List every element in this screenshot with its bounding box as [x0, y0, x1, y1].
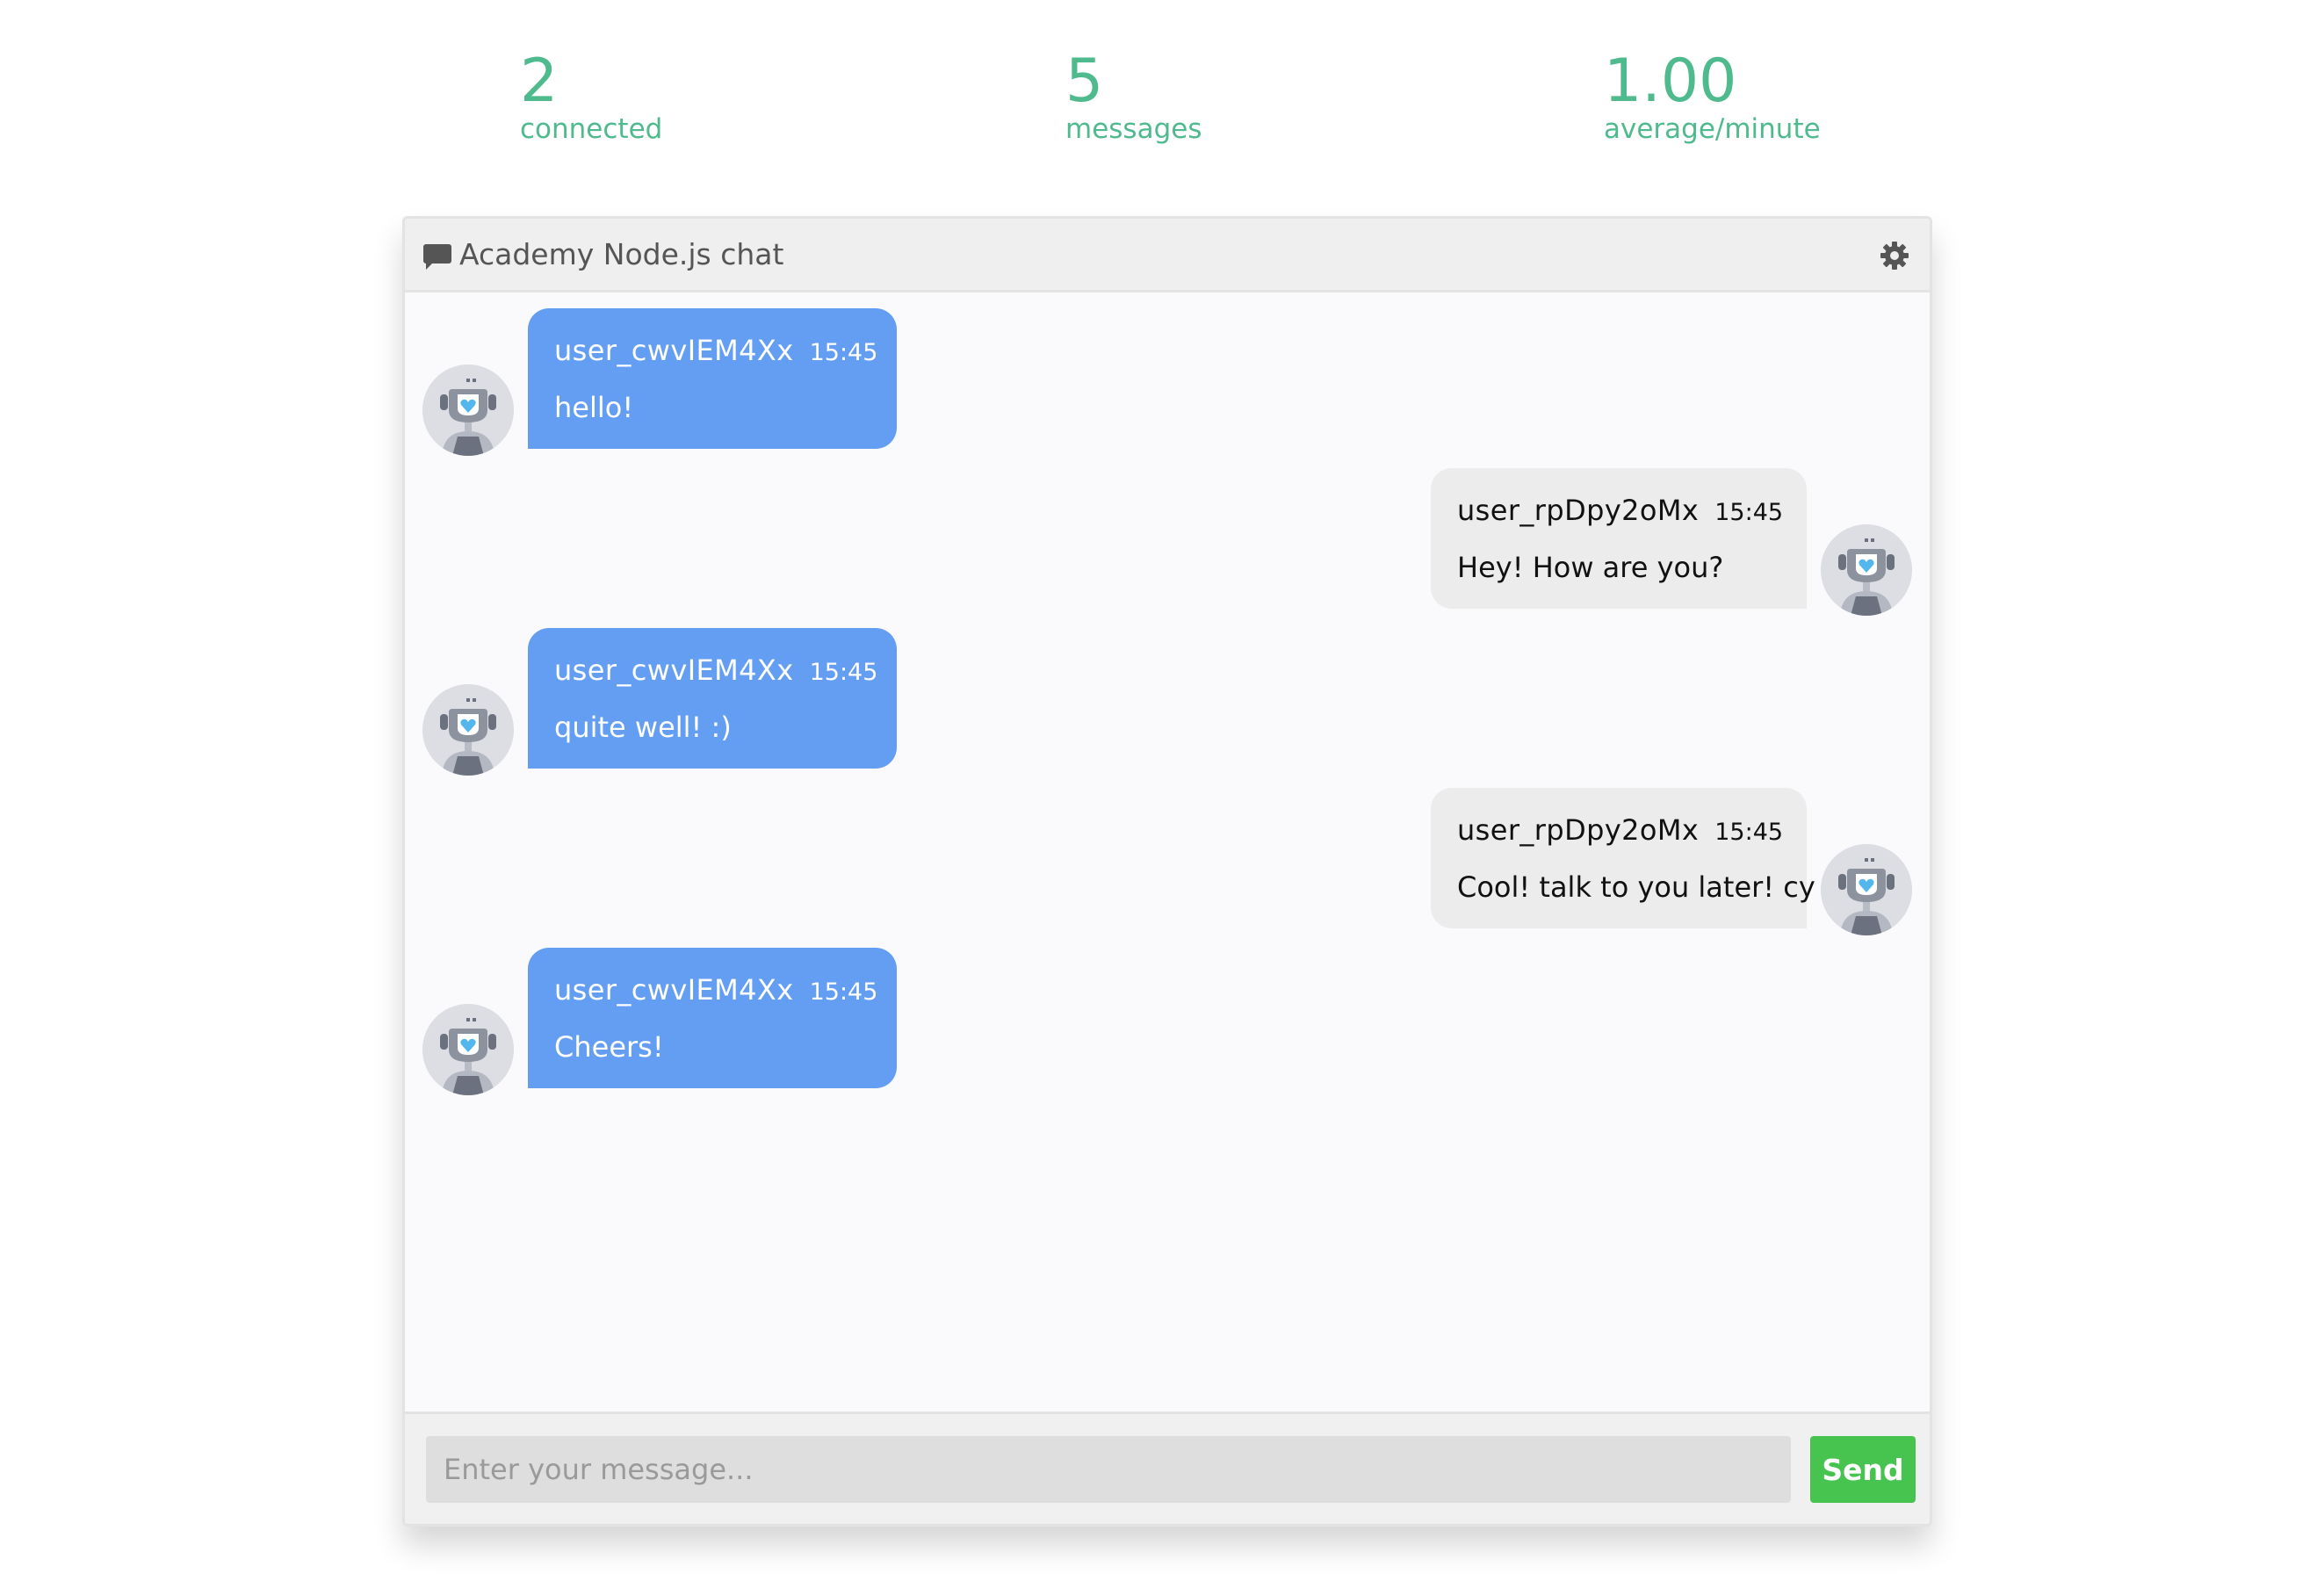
message-list[interactable]: user_cwvIEM4Xx 15:45 hello! user_rpDpy2o…: [405, 292, 1930, 1450]
robot-avatar: [422, 365, 514, 456]
message-row: user_cwvIEM4Xx 15:45 quite well! :): [422, 628, 897, 776]
stat-messages-value: 5: [1065, 47, 1104, 116]
message-meta: user_cwvIEM4Xx 15:45: [554, 653, 877, 690]
message-time: 15:45: [809, 978, 878, 1006]
robot-avatar: [422, 1004, 514, 1095]
message-time: 15:45: [809, 659, 878, 686]
message-text: quite well! :): [554, 711, 732, 744]
stat-average-value: 1.00: [1604, 47, 1737, 116]
message-meta: user_rpDpy2oMx 15:45: [1457, 812, 1784, 850]
message-text: Cheers!: [554, 1030, 664, 1064]
message-time: 15:45: [809, 339, 878, 366]
robot-avatar: [1821, 844, 1912, 935]
message-meta: user_cwvIEM4Xx 15:45: [554, 333, 877, 371]
message-text: hello!: [554, 391, 634, 424]
stat-connected-value: 2: [520, 47, 559, 116]
stats-bar: 2 connected 5 messages 1.00 average/minu…: [0, 48, 2324, 154]
stat-average: 1.00 average/minute: [1604, 47, 1821, 146]
message-bubble: user_cwvIEM4Xx 15:45 hello!: [528, 308, 897, 449]
message-username: user_rpDpy2oMx: [1457, 494, 1700, 527]
chat-title: Academy Node.js chat: [459, 237, 784, 271]
message-bubble: user_rpDpy2oMx 15:45 Cool! talk to you l…: [1431, 788, 1815, 928]
robot-icon: [422, 684, 514, 776]
robot-icon: [422, 1004, 514, 1095]
robot-icon: [1821, 844, 1912, 935]
robot-avatar: [1821, 524, 1912, 616]
message-text: Cool! talk to you later! cy: [1457, 870, 1815, 904]
chat-header: Academy Node.js chat: [405, 219, 1930, 292]
message-row: user_cwvIEM4Xx 15:45 hello!: [422, 308, 897, 456]
stat-messages-label: messages: [1065, 113, 1202, 145]
message-username: user_rpDpy2oMx: [1457, 813, 1700, 847]
message-username: user_cwvIEM4Xx: [554, 653, 794, 687]
message-row: user_rpDpy2oMx 15:45 Hey! How are you?: [1431, 468, 1912, 616]
message-row: user_rpDpy2oMx 15:45 Cool! talk to you l…: [1431, 788, 1912, 935]
stat-connected-label: connected: [520, 113, 663, 145]
send-button[interactable]: Send: [1810, 1436, 1916, 1503]
message-composer: Send: [405, 1411, 1930, 1524]
message-bubble: user_cwvIEM4Xx 15:45 quite well! :): [528, 628, 897, 769]
stat-connected: 2 connected: [520, 47, 663, 146]
chat-window: Academy Node.js chat user_cwvIEM4Xx 15:4…: [402, 216, 1932, 1527]
message-bubble: user_cwvIEM4Xx 15:45 Cheers!: [528, 948, 897, 1088]
message-username: user_cwvIEM4Xx: [554, 334, 794, 367]
message-time: 15:45: [1714, 499, 1784, 526]
gear-icon[interactable]: [1879, 240, 1910, 271]
message-row: user_cwvIEM4Xx 15:45 Cheers!: [422, 948, 897, 1095]
robot-avatar: [422, 684, 514, 776]
message-username: user_cwvIEM4Xx: [554, 973, 794, 1007]
message-input[interactable]: [426, 1436, 1791, 1503]
comment-icon: [423, 244, 451, 270]
message-time: 15:45: [1714, 819, 1784, 846]
message-meta: user_rpDpy2oMx 15:45: [1457, 493, 1784, 531]
message-meta: user_cwvIEM4Xx 15:45: [554, 972, 877, 1010]
message-text: Hey! How are you?: [1457, 551, 1724, 584]
message-bubble: user_rpDpy2oMx 15:45 Hey! How are you?: [1431, 468, 1807, 609]
stat-average-label: average/minute: [1604, 113, 1821, 145]
robot-icon: [422, 365, 514, 456]
robot-icon: [1821, 524, 1912, 616]
stat-messages: 5 messages: [1065, 47, 1202, 146]
